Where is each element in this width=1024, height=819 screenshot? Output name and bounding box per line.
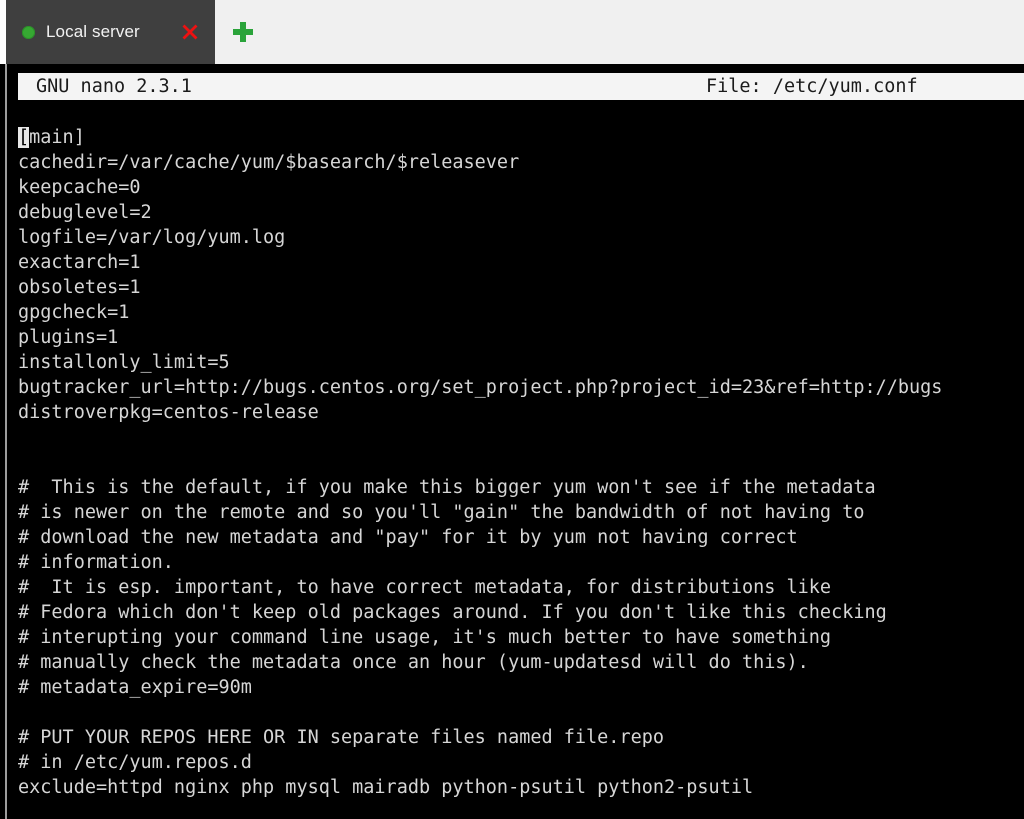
text-cursor: [ [18,127,30,148]
nano-line: # is newer on the remote and so you'll "… [18,502,865,523]
nano-line: installonly_limit=5 [18,352,230,373]
nano-line: # Fedora which don't keep old packages a… [18,602,887,623]
nano-line: gpgcheck=1 [18,302,130,323]
close-icon[interactable] [179,21,201,43]
nano-line: plugins=1 [18,327,119,348]
nano-line: # PUT YOUR REPOS HERE OR IN separate fil… [18,727,665,748]
nano-line: # in /etc/yum.repos.d [18,752,252,773]
terminal-pane[interactable]: GNU nano 2.3.1 File: /etc/yum.conf [main… [0,64,1024,819]
tab-title-label: Local server [46,22,140,41]
nano-line: # interupting your command line usage, i… [18,627,832,648]
new-tab-button[interactable] [215,0,271,64]
nano-line: debuglevel=2 [18,202,152,223]
nano-line [18,450,1024,475]
tab-local-server[interactable]: Local server [6,0,215,64]
browser-tab-strip: Local server [0,0,1024,64]
nano-line: # manually check the metadata once an ho… [18,652,809,673]
nano-line: # metadata_expire=90m [18,677,252,698]
nano-line: distroverpkg=centos-release [18,402,319,423]
nano-line: exactarch=1 [18,252,141,273]
nano-line [18,425,1024,450]
terminal-left-border [5,64,7,819]
nano-line: # This is the default, if you make this … [18,477,876,498]
nano-line: # It is esp. important, to have correct … [18,577,832,598]
nano-title-bar: GNU nano 2.3.1 File: /etc/yum.conf [18,73,1024,100]
nano-line: logfile=/var/log/yum.log [18,227,286,248]
nano-file-label: File: /etc/yum.conf [706,76,918,97]
nano-line [18,700,1024,725]
nano-line: # download the new metadata and "pay" fo… [18,527,798,548]
nano-line: [main] [18,127,85,148]
connection-status-dot-icon [22,25,35,39]
nano-text-buffer[interactable]: [main] cachedir=/var/cache/yum/$basearch/… [18,125,1024,800]
nano-line: # information. [18,552,174,573]
nano-line: obsoletes=1 [18,277,141,298]
nano-version-label: GNU nano 2.3.1 [36,76,192,97]
nano-line: cachedir=/var/cache/yum/$basearch/$relea… [18,152,520,173]
nano-line: exclude=httpd nginx php mysql mairadb py… [18,777,754,798]
nano-line: bugtracker_url=http://bugs.centos.org/se… [18,377,943,398]
tab-strip-empty-area [271,0,1024,64]
nano-line: keepcache=0 [18,177,141,198]
